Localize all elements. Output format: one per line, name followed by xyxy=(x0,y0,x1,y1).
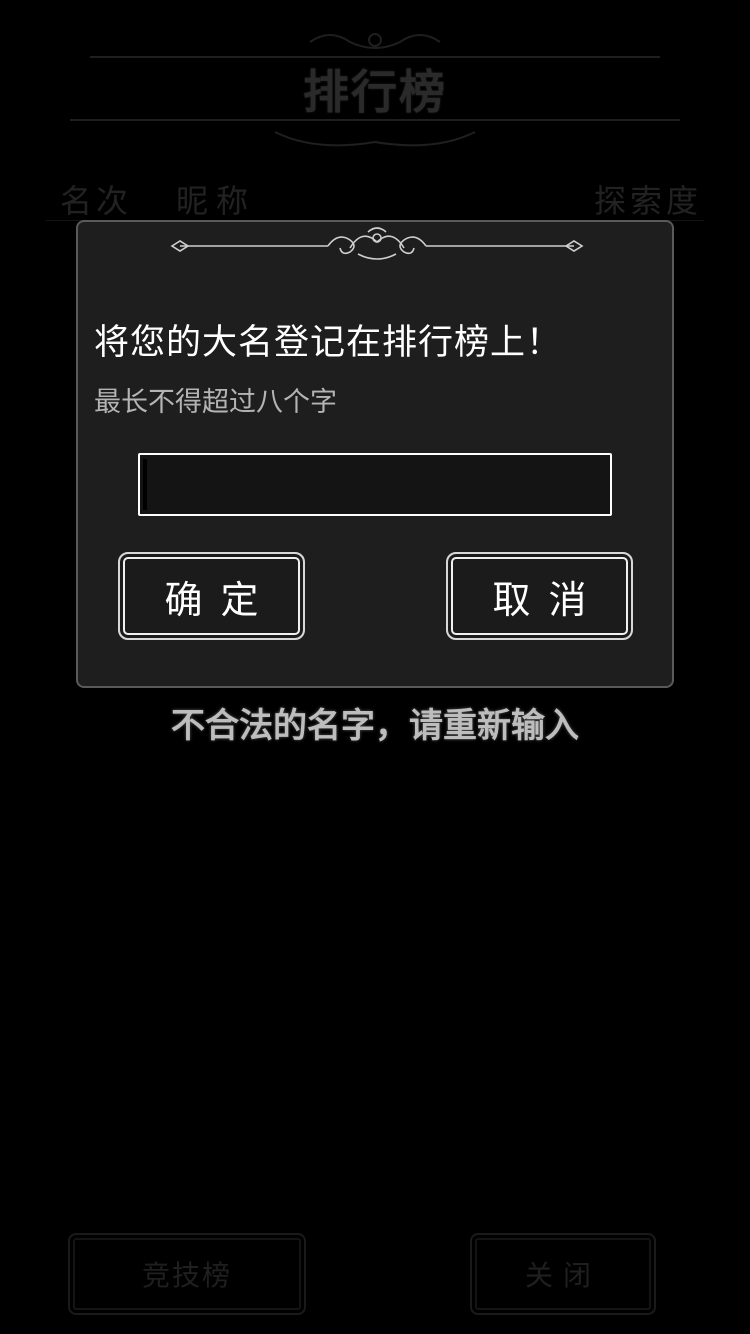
dialog-title: 将您的大名登记在排行榜上！ xyxy=(94,323,563,363)
leaderboard-title: 排行榜 xyxy=(303,65,447,119)
name-entry-dialog: 将您的大名登记在排行榜上！ 最长不得超过八个字 确定 取消 xyxy=(76,220,674,688)
input-caret xyxy=(143,459,147,510)
confirm-button[interactable]: 确定 xyxy=(118,552,305,640)
column-rank: 名次 xyxy=(60,182,133,220)
error-message: 不合法的名字，请重新输入 xyxy=(171,706,579,746)
leaderboard-header: 名次 昵称 探索度 xyxy=(46,172,704,221)
name-input[interactable] xyxy=(138,453,612,516)
arena-ranking-button: 竞技榜 xyxy=(68,1233,306,1315)
dialog-hint: 最长不得超过八个字 xyxy=(94,387,337,418)
column-nickname: 昵称 xyxy=(176,182,257,220)
cancel-button[interactable]: 取消 xyxy=(446,552,633,640)
flourish-ornament-icon xyxy=(170,227,584,260)
column-score: 探索度 xyxy=(593,182,702,220)
close-button: 关闭 xyxy=(470,1233,656,1315)
